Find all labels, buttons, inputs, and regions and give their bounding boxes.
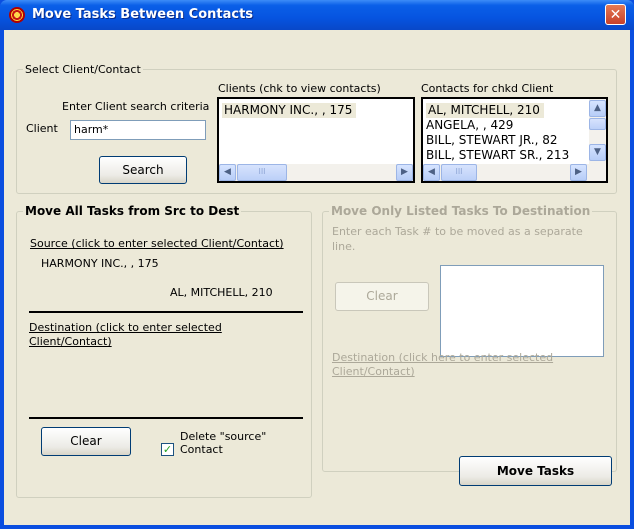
clients-listbox[interactable]: HARMONY INC., , 175 ◀ III ▶	[217, 97, 415, 183]
clear-listed-button[interactable]: Clear	[335, 282, 429, 311]
instructions-line1: Enter each Task # to be moved as a separ…	[332, 225, 583, 238]
move-listed-legend: Move Only Listed Tasks To Destination	[331, 204, 591, 218]
contacts-list-label: Contacts for chkd Client	[421, 82, 554, 95]
scroll-right-icon[interactable]: ▶	[570, 164, 587, 181]
contacts-vscrollbar[interactable]: ▲ ▼	[589, 99, 606, 164]
scroll-left-icon[interactable]: ◀	[423, 164, 440, 181]
delete-source-label-line1: Delete "source"	[180, 430, 267, 443]
client-label: Client	[26, 122, 58, 135]
delete-source-label-line2: Contact	[180, 443, 223, 456]
select-group-legend: Select Client/Contact	[25, 63, 141, 76]
destination-link-line2[interactable]: Client/Contact)	[29, 335, 112, 348]
search-button[interactable]: Search	[99, 156, 187, 184]
contact-item[interactable]: BILL, STEWART SR., 213	[423, 148, 606, 163]
app-icon	[9, 7, 25, 23]
scroll-left-icon[interactable]: ◀	[219, 164, 236, 181]
scroll-thumb[interactable]	[589, 118, 606, 130]
contact-item-label: AL, MITCHELL, 210	[426, 103, 544, 118]
listed-destination-link-line1[interactable]: Destination (click here to enter selecte…	[332, 351, 553, 364]
close-button[interactable]: ✕	[605, 4, 626, 25]
scroll-thumb[interactable]: III	[441, 164, 477, 181]
source-client-value: HARMONY INC., , 175	[41, 257, 159, 270]
window-title: Move Tasks Between Contacts	[32, 7, 254, 22]
scroll-up-icon[interactable]: ▲	[589, 100, 606, 117]
search-criteria-label: Enter Client search criteria	[62, 100, 210, 113]
clients-list-label: Clients (chk to view contacts)	[218, 82, 381, 95]
clear-button[interactable]: Clear	[41, 427, 131, 456]
destination-link-line1[interactable]: Destination (click to enter selected	[29, 321, 222, 334]
move-all-legend: Move All Tasks from Src to Dest	[25, 204, 240, 218]
divider	[29, 417, 303, 419]
contact-item[interactable]: ANGELA, , 429	[423, 118, 606, 133]
dialog-window: Move Tasks Between Contacts ✕ Select Cli…	[0, 0, 634, 529]
move-tasks-button[interactable]: Move Tasks	[459, 456, 612, 486]
contacts-listbox[interactable]: AL, MITCHELL, 210 ANGELA, , 429 BILL, ST…	[421, 97, 608, 183]
contact-item[interactable]: AL, MITCHELL, 210	[423, 99, 606, 118]
source-link[interactable]: Source (click to enter selected Client/C…	[30, 237, 284, 250]
scroll-thumb[interactable]: III	[237, 164, 287, 181]
divider	[29, 311, 303, 313]
client-item-label: HARMONY INC., , 175	[222, 103, 357, 118]
client-search-input[interactable]: harm*	[70, 120, 206, 140]
title-bar[interactable]: Move Tasks Between Contacts ✕	[0, 0, 634, 30]
contact-item[interactable]: BILL, STEWART JR., 82	[423, 133, 606, 148]
clients-hscrollbar[interactable]: ◀ III ▶	[219, 164, 413, 181]
client-item[interactable]: HARMONY INC., , 175	[219, 99, 413, 118]
scroll-right-icon[interactable]: ▶	[396, 164, 413, 181]
dialog-body: Select Client/Contact Enter Client searc…	[4, 30, 630, 525]
listed-destination-link-line2[interactable]: Client/Contact)	[332, 365, 415, 378]
instructions-line2: line.	[332, 240, 356, 253]
delete-source-checkbox[interactable]: ✓	[161, 443, 174, 456]
contacts-hscrollbar[interactable]: ◀ III ▶	[423, 164, 606, 181]
source-contact-value: AL, MITCHELL, 210	[170, 286, 273, 299]
task-numbers-textarea[interactable]	[440, 265, 604, 357]
scroll-down-icon[interactable]: ▼	[589, 144, 606, 161]
